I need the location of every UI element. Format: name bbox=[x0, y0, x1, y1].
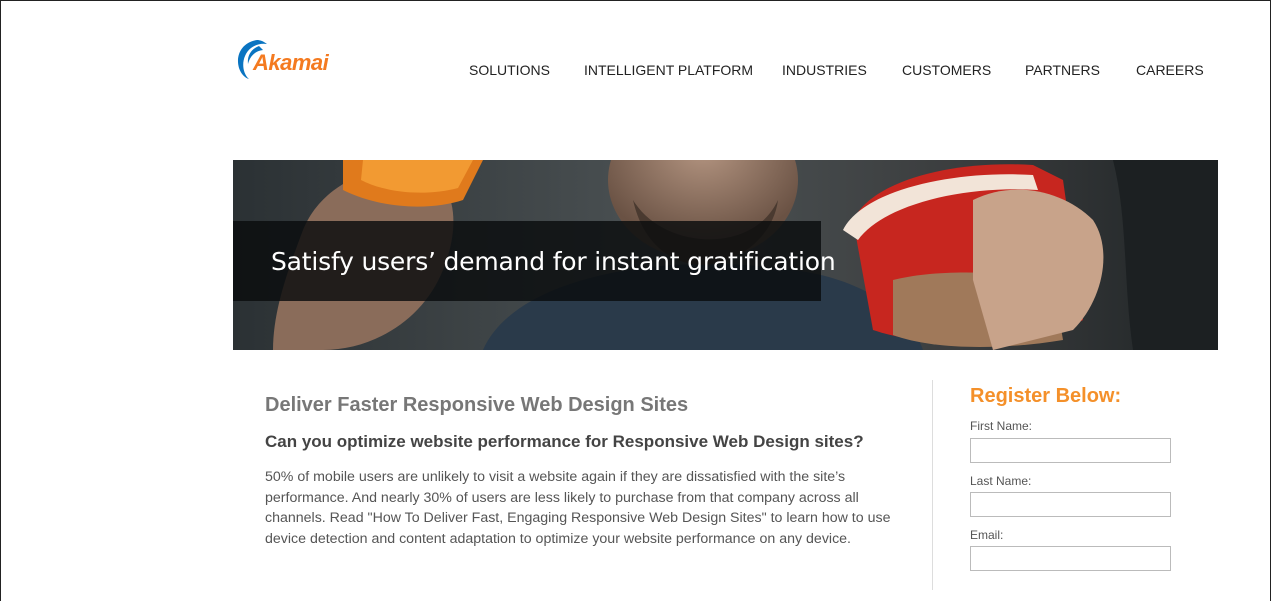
nav-item-intelligent-platform[interactable]: INTELLIGENT PLATFORM bbox=[584, 62, 753, 78]
page-subtitle: Can you optimize website performance for… bbox=[265, 432, 864, 451]
nav-item-customers[interactable]: CUSTOMERS bbox=[902, 62, 991, 78]
hero-caption-box: Satisfy users’ demand for instant gratif… bbox=[233, 221, 836, 301]
nav-item-solutions[interactable]: SOLUTIONS bbox=[469, 62, 550, 78]
page-title: Deliver Faster Responsive Web Design Sit… bbox=[265, 394, 689, 416]
first-name-field[interactable] bbox=[970, 438, 1171, 463]
first-name-label: First Name: bbox=[970, 419, 1033, 433]
main-nav: SOLUTIONS INTELLIGENT PLATFORM INDUSTRIE… bbox=[0, 62, 1271, 82]
column-divider bbox=[932, 380, 933, 590]
nav-item-partners[interactable]: PARTNERS bbox=[1025, 62, 1100, 78]
intro-paragraph: 50% of mobile users are unlikely to visi… bbox=[265, 469, 891, 547]
register-title: Register Below: bbox=[970, 385, 1122, 407]
email-field[interactable] bbox=[970, 546, 1171, 571]
last-name-field[interactable] bbox=[970, 492, 1171, 517]
nav-item-industries[interactable]: INDUSTRIES bbox=[782, 62, 867, 78]
nav-item-careers[interactable]: CAREERS bbox=[1136, 62, 1204, 78]
hero-caption-text: Satisfy users’ demand for instant gratif… bbox=[271, 247, 836, 276]
email-label: Email: bbox=[970, 528, 1004, 542]
hero-banner[interactable]: Satisfy users’ demand for instant gratif… bbox=[233, 160, 1218, 350]
last-name-label: Last Name: bbox=[970, 474, 1032, 488]
